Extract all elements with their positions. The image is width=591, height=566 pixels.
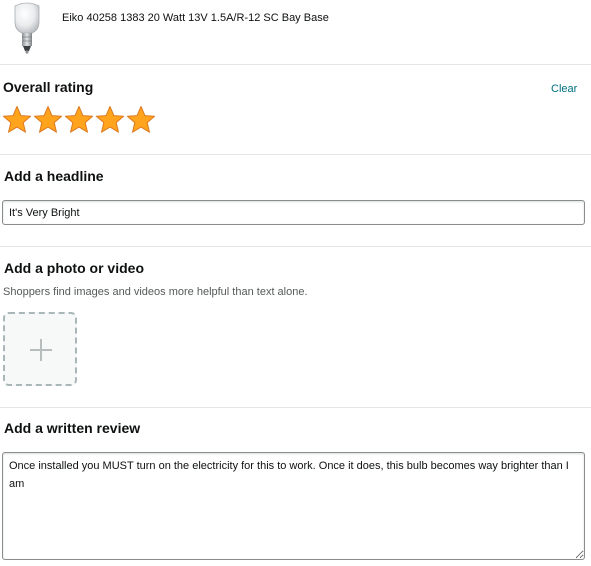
section-divider bbox=[0, 246, 591, 247]
headline-input[interactable] bbox=[2, 200, 585, 225]
review-section-title: Add a written review bbox=[4, 420, 141, 436]
media-section-title: Add a photo or video bbox=[4, 260, 144, 276]
clear-rating-link[interactable]: Clear bbox=[551, 83, 577, 95]
headline-section-title: Add a headline bbox=[4, 168, 104, 184]
media-helper-text: Shoppers find images and videos more hel… bbox=[3, 286, 308, 298]
product-title: Eiko 40258 1383 20 Watt 13V 1.5A/R-12 SC… bbox=[62, 12, 329, 24]
review-textarea[interactable]: Once installed you MUST turn on the elec… bbox=[2, 452, 585, 560]
section-divider bbox=[0, 154, 591, 155]
star-icon-5[interactable] bbox=[126, 105, 156, 135]
section-divider bbox=[0, 407, 591, 408]
light-bulb-icon bbox=[14, 2, 40, 54]
star-rating bbox=[2, 105, 156, 135]
rating-section-title: Overall rating bbox=[3, 79, 94, 95]
star-icon-3[interactable] bbox=[64, 105, 94, 135]
star-icon-4[interactable] bbox=[95, 105, 125, 135]
star-icon-2[interactable] bbox=[33, 105, 63, 135]
star-icon-1[interactable] bbox=[2, 105, 32, 135]
product-header: Eiko 40258 1383 20 Watt 13V 1.5A/R-12 SC… bbox=[0, 0, 591, 65]
upload-media-button[interactable] bbox=[3, 312, 77, 386]
